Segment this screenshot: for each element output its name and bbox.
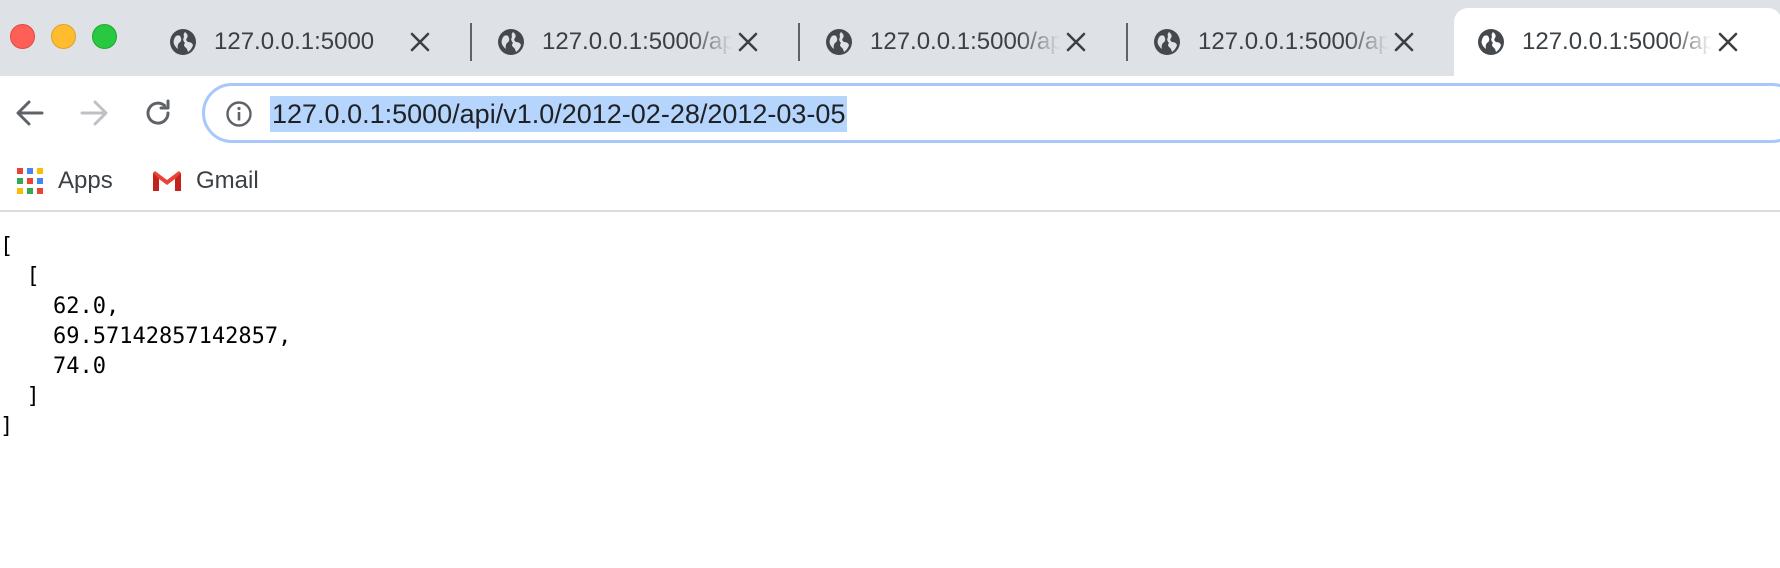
- tab-title: 127.0.0.1:5000: [214, 28, 375, 55]
- json-line: 69.57142857142857,: [0, 324, 292, 349]
- globe-icon: [1478, 29, 1504, 55]
- tab-title: 127.0.0.1:5000/api: [1198, 28, 1388, 55]
- tab-title: 127.0.0.1:5000/api: [1522, 28, 1712, 55]
- globe-icon: [826, 29, 852, 55]
- gmail-icon: [153, 171, 181, 191]
- bookmark-label: Apps: [58, 167, 113, 194]
- arrow-right-icon[interactable]: [74, 93, 114, 133]
- window-close-button[interactable]: [10, 24, 35, 49]
- info-icon[interactable]: [225, 100, 253, 128]
- close-icon[interactable]: [1064, 30, 1088, 54]
- close-icon[interactable]: [1716, 30, 1740, 54]
- reload-icon[interactable]: [138, 93, 178, 133]
- close-icon[interactable]: [408, 30, 432, 54]
- browser-tab[interactable]: 127.0.0.1:5000/api: [1130, 8, 1458, 76]
- bookmark-apps[interactable]: Apps: [16, 150, 113, 212]
- globe-icon: [498, 29, 524, 55]
- globe-icon: [1154, 29, 1180, 55]
- close-icon[interactable]: [736, 30, 760, 54]
- json-line: ]: [0, 384, 40, 409]
- window-zoom-button[interactable]: [92, 24, 117, 49]
- json-line: [: [0, 234, 14, 259]
- json-line: ]: [0, 414, 14, 439]
- apps-grid-icon: [17, 168, 43, 194]
- window-minimize-button[interactable]: [51, 24, 76, 49]
- bookmarks-bar: Apps Gmail: [0, 150, 1780, 212]
- bookmark-label: Gmail: [196, 167, 259, 194]
- globe-icon: [170, 29, 196, 55]
- tab-strip: 127.0.0.1:5000 127.0.0.1:5000/api 127.0.…: [0, 0, 1780, 76]
- tab-divider: [798, 23, 800, 61]
- json-line: 74.0: [0, 354, 106, 379]
- json-line: [: [0, 264, 40, 289]
- browser-toolbar: 127.0.0.1:5000/api/v1.0/2012-02-28/2012-…: [0, 76, 1780, 150]
- tab-divider: [1126, 23, 1128, 61]
- json-viewer: [ [ 62.0, 69.57142857142857, 74.0 ] ]: [0, 214, 1780, 568]
- tab-title: 127.0.0.1:5000/api: [542, 28, 732, 55]
- json-line: 62.0,: [0, 294, 120, 319]
- browser-tab-active[interactable]: 127.0.0.1:5000/api: [1454, 8, 1780, 76]
- url-text[interactable]: 127.0.0.1:5000/api/v1.0/2012-02-28/2012-…: [270, 96, 848, 132]
- bookmark-gmail[interactable]: Gmail: [152, 150, 259, 212]
- tab-title: 127.0.0.1:5000/api: [870, 28, 1060, 55]
- close-icon[interactable]: [1392, 30, 1416, 54]
- arrow-left-icon[interactable]: [10, 93, 50, 133]
- browser-tab[interactable]: 127.0.0.1:5000: [146, 8, 474, 76]
- browser-tab[interactable]: 127.0.0.1:5000/api: [802, 8, 1130, 76]
- tab-divider: [470, 23, 472, 61]
- address-bar[interactable]: 127.0.0.1:5000/api/v1.0/2012-02-28/2012-…: [202, 83, 1780, 143]
- browser-tab[interactable]: 127.0.0.1:5000/api: [474, 8, 802, 76]
